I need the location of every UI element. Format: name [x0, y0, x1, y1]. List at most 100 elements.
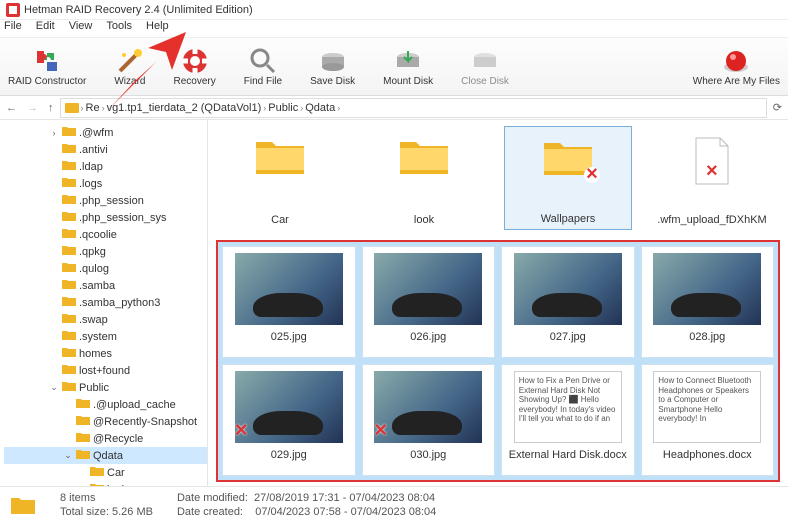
- crumb-1[interactable]: vg1.tp1_tierdata_2 (QDataVol1): [107, 102, 262, 114]
- tree-item[interactable]: .ldap: [4, 158, 207, 175]
- folder-icon: [62, 126, 76, 140]
- disk-close-icon: [471, 47, 499, 75]
- wizard-button[interactable]: Wizard: [114, 47, 145, 87]
- tree-item[interactable]: .swap: [4, 311, 207, 328]
- tree-item[interactable]: homes: [4, 345, 207, 362]
- tree-item[interactable]: .qcoolie: [4, 226, 207, 243]
- tree-item[interactable]: ⌄ Public: [4, 379, 207, 396]
- puzzle-icon: [33, 47, 61, 75]
- file-item[interactable]: How to Connect Bluetooth Headphones or S…: [641, 364, 775, 476]
- tree-item[interactable]: ⌄Qdata: [4, 447, 207, 464]
- crumb-3[interactable]: Qdata: [305, 102, 335, 114]
- tree-item[interactable]: › .@wfm: [4, 124, 207, 141]
- tree-label: .php_session: [79, 195, 144, 207]
- red-button-icon: [722, 47, 750, 75]
- wand-icon: [116, 47, 144, 75]
- doc-preview: How to Connect Bluetooth Headphones or S…: [653, 371, 761, 443]
- tree-item[interactable]: .samba: [4, 277, 207, 294]
- folder-icon: [62, 194, 76, 208]
- folder-icon: [76, 415, 90, 429]
- file-item[interactable]: 027.jpg: [501, 246, 635, 358]
- chevron-icon[interactable]: ›: [49, 128, 59, 138]
- folder-icon: [62, 313, 76, 327]
- folder-tree[interactable]: › .@wfm .antivi .ldap .logs .php_session .php_…: [0, 120, 208, 500]
- folder-item[interactable]: Wallpapers: [504, 126, 632, 230]
- address-bar: ← → ↑ › Re› vg1.tp1_tierdata_2 (QDataVol…: [0, 96, 788, 120]
- status-bar: 8 items Total size: 5.26 MB Date modifie…: [0, 486, 788, 522]
- save-disk-button[interactable]: Save Disk: [310, 47, 355, 87]
- folder-item[interactable]: .wfm_upload_fDXhKM: [648, 126, 776, 230]
- tree-label: .php_session_sys: [79, 212, 166, 224]
- folder-label: .wfm_upload_fDXhKM: [657, 214, 766, 226]
- tree-item[interactable]: @Recycle: [4, 430, 207, 447]
- file-item[interactable]: 030.jpg: [362, 364, 496, 476]
- file-item[interactable]: How to Fix a Pen Drive or External Hard …: [501, 364, 635, 476]
- tree-item[interactable]: lost+found: [4, 362, 207, 379]
- forward-button[interactable]: →: [27, 102, 38, 114]
- doc-preview: How to Fix a Pen Drive or External Hard …: [514, 371, 622, 443]
- folder-label: look: [414, 214, 434, 226]
- main-toolbar: RAID Constructor Wizard Recovery Find Fi…: [0, 38, 788, 96]
- tree-label: Car: [107, 467, 125, 479]
- folder-icon: [10, 495, 36, 515]
- folder-label: Wallpapers: [541, 213, 596, 225]
- folder-icon: [62, 330, 76, 344]
- folder-icon: [398, 136, 450, 179]
- file-item[interactable]: 025.jpg: [222, 246, 356, 358]
- tree-item[interactable]: .logs: [4, 175, 207, 192]
- tree-label: .qcoolie: [79, 229, 117, 241]
- tree-item[interactable]: @Recently-Snapshot: [4, 413, 207, 430]
- file-label: 028.jpg: [689, 331, 725, 343]
- tree-item[interactable]: .qulog: [4, 260, 207, 277]
- mount-disk-button[interactable]: Mount Disk: [383, 47, 433, 87]
- menu-view[interactable]: View: [69, 20, 93, 37]
- folder-item[interactable]: look: [360, 126, 488, 230]
- chevron-icon[interactable]: ⌄: [49, 382, 59, 393]
- up-button[interactable]: ↑: [48, 102, 54, 114]
- file-item[interactable]: 028.jpg: [641, 246, 775, 358]
- back-button[interactable]: ←: [6, 102, 17, 114]
- chevron-icon[interactable]: ⌄: [63, 450, 73, 461]
- tree-label: .system: [79, 331, 117, 343]
- tree-item[interactable]: .system: [4, 328, 207, 345]
- file-grid[interactable]: Car look Wallpapers .wfm_upload_fDXhKM 025.…: [208, 120, 788, 500]
- tree-item[interactable]: .php_session: [4, 192, 207, 209]
- folder-icon: [62, 296, 76, 310]
- crumb-0[interactable]: Re: [86, 102, 100, 114]
- menu-tools[interactable]: Tools: [106, 20, 132, 37]
- tree-item[interactable]: .@upload_cache: [4, 396, 207, 413]
- file-item[interactable]: 026.jpg: [362, 246, 496, 358]
- tree-label: .ldap: [79, 161, 103, 173]
- tree-item[interactable]: .qpkg: [4, 243, 207, 260]
- tree-label: Public: [79, 382, 109, 394]
- folder-icon: [90, 466, 104, 480]
- folder-item[interactable]: Car: [216, 126, 344, 230]
- find-file-button[interactable]: Find File: [244, 47, 282, 87]
- crumb-2[interactable]: Public: [268, 102, 298, 114]
- selected-files-grid: 025.jpg026.jpg027.jpg 028.jpg 029.jpg 030.j…: [216, 240, 780, 482]
- recovery-button[interactable]: Recovery: [173, 47, 215, 87]
- folder-icon: [62, 364, 76, 378]
- breadcrumb-path[interactable]: › Re› vg1.tp1_tierdata_2 (QDataVol1)› Pu…: [60, 98, 767, 118]
- title-bar: Hetman RAID Recovery 2.4 (Unlimited Edit…: [0, 0, 788, 20]
- file-item[interactable]: 029.jpg: [222, 364, 356, 476]
- tree-label: .@wfm: [79, 127, 113, 139]
- folder-icon: [62, 245, 76, 259]
- lifebuoy-icon: [181, 47, 209, 75]
- raid-constructor-button[interactable]: RAID Constructor: [8, 47, 86, 87]
- tree-label: .swap: [79, 314, 108, 326]
- file-label: External Hard Disk.docx: [509, 449, 627, 461]
- menu-edit[interactable]: Edit: [36, 20, 55, 37]
- menu-help[interactable]: Help: [146, 20, 169, 37]
- where-files-button[interactable]: Where Are My Files: [693, 47, 780, 87]
- tree-item[interactable]: .php_session_sys: [4, 209, 207, 226]
- folder-icon: [62, 381, 76, 395]
- menu-file[interactable]: File: [4, 20, 22, 37]
- tree-item[interactable]: .samba_python3: [4, 294, 207, 311]
- refresh-button[interactable]: ⟳: [773, 101, 782, 114]
- file-label: 030.jpg: [410, 449, 446, 461]
- tree-item[interactable]: .antivi: [4, 141, 207, 158]
- tree-item[interactable]: Car: [4, 464, 207, 481]
- folder-icon: [62, 143, 76, 157]
- tree-label: .qulog: [79, 263, 109, 275]
